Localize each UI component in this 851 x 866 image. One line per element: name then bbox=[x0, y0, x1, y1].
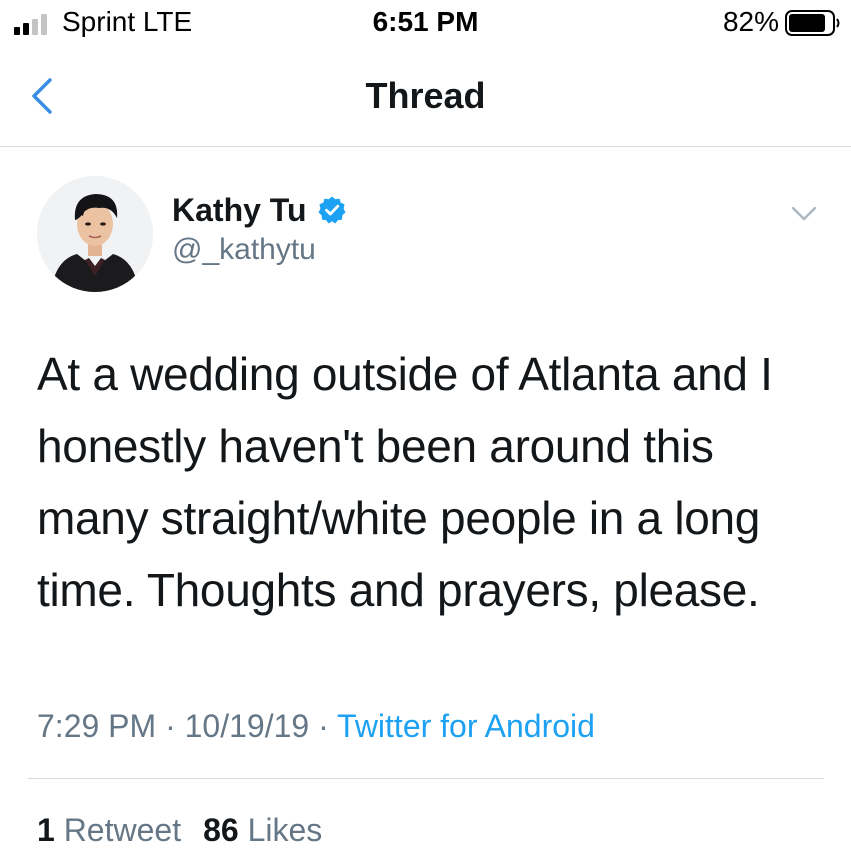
page-title: Thread bbox=[365, 75, 486, 116]
likes-stat[interactable]: 86 Likes bbox=[203, 810, 322, 850]
tweet-source-link[interactable]: Twitter for Android bbox=[337, 708, 595, 744]
meta-separator: · bbox=[156, 708, 185, 744]
author-name[interactable]: Kathy Tu bbox=[172, 190, 307, 230]
meta-separator: · bbox=[309, 708, 338, 744]
tweet-time: 7:29 PM bbox=[37, 708, 157, 744]
divider bbox=[28, 778, 824, 779]
author-name-row[interactable]: Kathy Tu bbox=[172, 190, 347, 230]
retweets-label: Retweet bbox=[63, 812, 182, 848]
likes-count: 86 bbox=[203, 812, 239, 848]
tweet-stats: 1 Retweet 86 Likes bbox=[37, 810, 322, 850]
chevron-down-icon[interactable] bbox=[787, 196, 821, 230]
battery-icon bbox=[785, 10, 840, 36]
nav-bar: Thread bbox=[0, 60, 851, 147]
tweet-meta: 7:29 PM · 10/19/19 · Twitter for Android bbox=[37, 706, 595, 746]
verified-badge-icon bbox=[318, 196, 346, 224]
author-handle[interactable]: @_kathytu bbox=[172, 230, 316, 270]
retweets-stat[interactable]: 1 Retweet bbox=[37, 810, 181, 850]
tweet-text: At a wedding outside of Atlanta and I ho… bbox=[37, 348, 773, 616]
avatar-image bbox=[37, 176, 153, 292]
status-bar: Sprint LTE 6:51 PM 82% bbox=[0, 0, 851, 46]
likes-label: Likes bbox=[247, 812, 323, 848]
avatar[interactable] bbox=[37, 176, 153, 292]
retweets-count: 1 bbox=[37, 812, 55, 848]
tweet-date: 10/19/19 bbox=[184, 708, 310, 744]
battery-percent: 82% bbox=[722, 6, 779, 37]
